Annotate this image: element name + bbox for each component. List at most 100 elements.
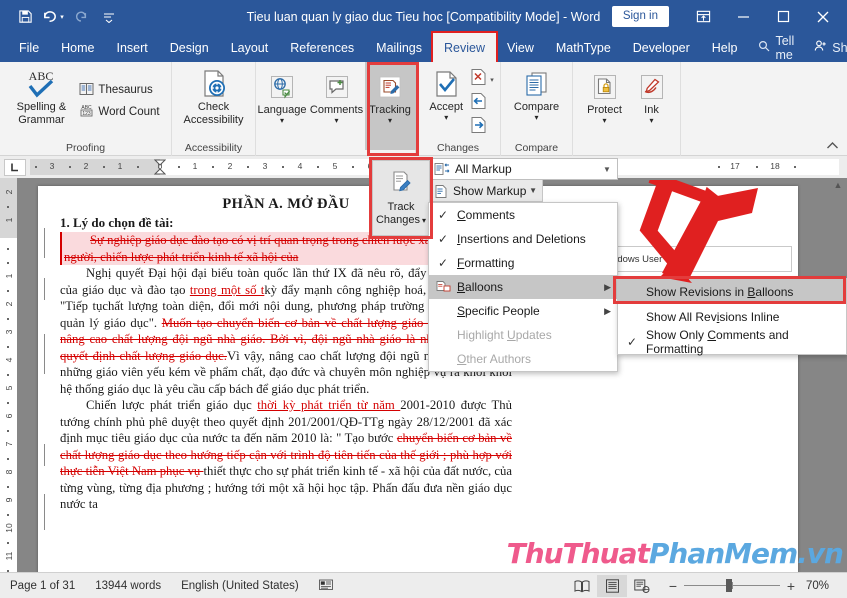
- zoom-out-icon[interactable]: −: [667, 578, 679, 594]
- tab-file[interactable]: File: [8, 33, 50, 62]
- chevron-down-icon[interactable]: ▾: [534, 113, 538, 121]
- compare-button[interactable]: Compare ▾: [503, 65, 571, 123]
- sign-in-button[interactable]: Sign in: [611, 6, 669, 27]
- language-label: Language: [257, 104, 307, 116]
- protect-label: Protect: [587, 104, 622, 116]
- redo-icon[interactable]: [68, 5, 94, 29]
- menu-item-show-only-comments-and-formatting[interactable]: ✓ Show Only Comments and Formatting: [618, 328, 846, 356]
- change-bar: [44, 334, 45, 374]
- chevron-down-icon[interactable]: ▼: [597, 165, 617, 174]
- spelling-line2: Grammar: [18, 113, 65, 126]
- word-count-indicator[interactable]: 13944 words: [85, 580, 171, 592]
- undo-icon[interactable]: ▾: [40, 5, 66, 29]
- menu-item-other-authors: Other Authors: [457, 352, 532, 366]
- spelling-line1: Spelling &: [16, 101, 67, 113]
- balloons-submenu: Show Revisions in Balloons Show All Revi…: [617, 278, 847, 356]
- maximize-icon[interactable]: [763, 0, 803, 33]
- track-changes-line1: Track: [387, 200, 415, 213]
- tab-mailings[interactable]: Mailings: [365, 33, 433, 62]
- zoom-slider[interactable]: − +: [667, 578, 797, 594]
- watermark-part2: PhanMem.vn: [648, 537, 844, 570]
- close-icon[interactable]: [803, 0, 843, 33]
- check-accessibility-button[interactable]: Check Accessibility: [174, 65, 254, 128]
- tab-references[interactable]: References: [279, 33, 365, 62]
- zoom-in-icon[interactable]: +: [785, 578, 797, 594]
- reject-button[interactable]: ▾: [470, 68, 494, 91]
- accessibility-icon: [198, 67, 230, 101]
- document-page[interactable]: PHẦN A. MỞ ĐẦU 1. Lý do chọn đề tài: Sự …: [38, 186, 798, 572]
- display-for-review-dropdown[interactable]: All Markup ▼: [428, 158, 618, 180]
- language-indicator[interactable]: English (United States): [171, 580, 309, 592]
- chevron-down-icon[interactable]: ▼: [529, 186, 542, 195]
- tab-help[interactable]: Help: [701, 33, 749, 62]
- tab-developer[interactable]: Developer: [622, 33, 701, 62]
- share-button[interactable]: Share: [804, 33, 847, 62]
- tell-me-label: Tell me: [775, 33, 795, 62]
- web-layout-button[interactable]: [627, 575, 657, 597]
- scroll-up-icon[interactable]: ▲: [831, 178, 845, 192]
- save-icon[interactable]: [12, 5, 38, 29]
- word-count-label: Word Count: [98, 106, 160, 118]
- language-button[interactable]: Language ▾: [256, 68, 309, 126]
- ribbon-display-options-icon[interactable]: [683, 0, 723, 33]
- status-bar: Page 1 of 31 13944 words English (United…: [0, 572, 847, 598]
- menu-item-formatting[interactable]: ✓ Formatting: [429, 251, 617, 275]
- chevron-down-icon[interactable]: ▾: [422, 216, 426, 226]
- compare-label: Compare: [513, 101, 560, 113]
- show-markup-button[interactable]: Show Markup ▼: [428, 180, 543, 202]
- menu-item-balloons[interactable]: Balloons ▶: [429, 275, 617, 299]
- tab-design[interactable]: Design: [159, 33, 220, 62]
- ribbon-group-tracking: Language ▾ Comments ▾ Tracking ▾: [256, 62, 416, 156]
- collapse-ribbon-icon[interactable]: [826, 141, 839, 153]
- chevron-down-icon[interactable]: ▾: [388, 116, 392, 124]
- tell-me-box[interactable]: Tell me: [748, 33, 804, 62]
- qat-customize-icon[interactable]: [96, 5, 122, 29]
- minimize-icon[interactable]: [723, 0, 763, 33]
- comments-button[interactable]: Comments ▾: [309, 68, 365, 126]
- tracking-button[interactable]: Tracking ▾: [364, 62, 416, 150]
- left-tab-stop-icon[interactable]: [4, 158, 26, 176]
- svg-text:123: 123: [83, 111, 92, 117]
- tab-home[interactable]: Home: [50, 33, 105, 62]
- thesaurus-button[interactable]: Thesaurus: [75, 79, 163, 101]
- markup-controls: All Markup ▼ Show Markup ▼: [428, 158, 618, 202]
- language-globe-icon: [268, 70, 296, 104]
- previous-change-button[interactable]: [470, 92, 494, 115]
- spelling-grammar-button[interactable]: ABC Spelling & Grammar: [7, 65, 75, 128]
- tab-insert[interactable]: Insert: [106, 33, 159, 62]
- protect-button[interactable]: Protect ▾: [580, 68, 630, 126]
- accept-button[interactable]: Accept ▾: [422, 65, 470, 123]
- zoom-knob[interactable]: [726, 579, 733, 592]
- zoom-track[interactable]: [684, 579, 780, 592]
- chevron-down-icon[interactable]: ▾: [444, 113, 448, 121]
- word-count-button[interactable]: ABC 123 Word Count: [75, 101, 163, 123]
- chevron-down-icon[interactable]: ▾: [649, 116, 653, 124]
- indent-marker-icon[interactable]: [154, 159, 166, 175]
- ink-button[interactable]: Ink ▾: [630, 68, 674, 126]
- paragraph-4: Chiến lược phát triển giáo dục thời kỳ p…: [60, 397, 512, 513]
- menu-item-insertions-deletions[interactable]: ✓ Insertions and Deletions: [429, 227, 617, 251]
- proofing-status-icon[interactable]: [309, 578, 344, 594]
- menu-item-show-all-revisions-inline[interactable]: Show All Revisions Inline: [618, 304, 846, 329]
- chevron-down-icon[interactable]: ▾: [334, 116, 338, 124]
- vertical-ruler[interactable]: 2 1 1 2 3 4 5 6 7 8 9 10 11: [0, 178, 17, 572]
- tab-view[interactable]: View: [496, 33, 545, 62]
- menu-item-specific-people[interactable]: Specific People ▶: [429, 299, 617, 323]
- ribbon-group-compare: Compare ▾ Compare: [501, 62, 573, 156]
- tab-review[interactable]: Review: [431, 31, 499, 65]
- print-layout-button[interactable]: [597, 574, 627, 597]
- check-access-line2: Accessibility: [183, 113, 244, 126]
- zoom-level[interactable]: 70%: [797, 580, 839, 592]
- tab-mathtype[interactable]: MathType: [545, 33, 622, 62]
- chevron-down-icon[interactable]: ▾: [487, 76, 494, 84]
- show-markup-label: Show Markup: [453, 183, 527, 198]
- page-indicator[interactable]: Page 1 of 31: [0, 580, 85, 592]
- menu-item-show-revisions-in-balloons[interactable]: Show Revisions in Balloons: [618, 279, 846, 304]
- chevron-down-icon[interactable]: ▾: [602, 116, 606, 124]
- menu-item-comments[interactable]: ✓ Comments: [429, 203, 617, 227]
- tab-layout[interactable]: Layout: [220, 33, 280, 62]
- next-change-button[interactable]: [470, 116, 494, 139]
- track-changes-button[interactable]: Track Changes ▾: [372, 160, 430, 236]
- chevron-down-icon[interactable]: ▾: [280, 116, 284, 124]
- read-mode-button[interactable]: [567, 575, 597, 597]
